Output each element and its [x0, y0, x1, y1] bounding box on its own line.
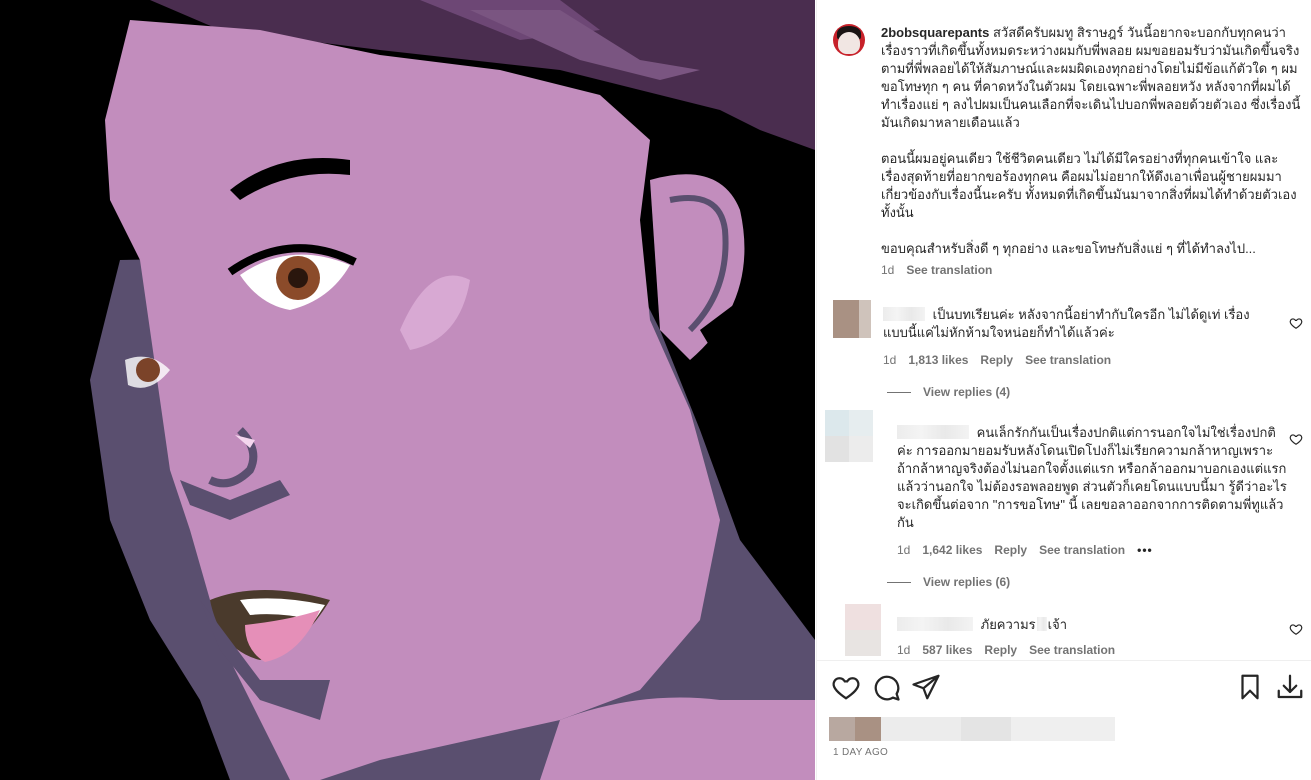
comment-age: 1d — [883, 353, 897, 367]
comment-age: 1d — [897, 643, 911, 657]
bookmark-icon[interactable] — [1235, 672, 1265, 702]
comment-meta: 1d 1,642 likes Reply See translation ••• — [897, 542, 1287, 558]
heart-icon[interactable] — [831, 672, 861, 702]
comment-heart-icon[interactable] — [1289, 622, 1303, 636]
caption-paragraph-2: ตอนนี้ผมอยู่คนเดียว ใช้ชีวิตคนเดียว ไม่ไ… — [881, 151, 1297, 220]
comment-text: ภัยความร — [980, 617, 1036, 632]
liked-by-redacted[interactable] — [829, 717, 1115, 741]
comment-see-translation-link[interactable]: See translation — [1039, 542, 1125, 558]
view-replies-label: View replies (6) — [923, 575, 1011, 589]
author-avatar[interactable] — [833, 24, 865, 56]
view-replies-label: View replies (4) — [923, 385, 1011, 399]
author-username[interactable]: 2bobsquarepants — [881, 25, 989, 40]
comment-body: เป็นบทเรียนค่ะ หลังจากนี้อย่าทำกับใครอีก… — [883, 306, 1263, 368]
comment-heart-icon[interactable] — [1289, 316, 1303, 330]
comment-reply-button[interactable]: Reply — [980, 352, 1013, 368]
comment-likes-count[interactable]: 1,642 likes — [922, 542, 982, 558]
comment-likes-count[interactable]: 587 likes — [922, 642, 972, 658]
comment-text-tail: เจ้า — [1047, 617, 1068, 632]
caption-meta: 1d See translation — [881, 262, 1301, 278]
send-icon[interactable] — [911, 672, 941, 702]
caption-age: 1d — [881, 263, 895, 277]
comment-meta: 1d 1,813 likes Reply See translation — [883, 352, 1263, 368]
portrait-illustration — [0, 0, 815, 780]
comment-more-options-icon[interactable]: ••• — [1137, 542, 1153, 558]
caption-see-translation-link[interactable]: See translation — [906, 262, 992, 278]
comment-reply-button[interactable]: Reply — [984, 642, 1017, 658]
post-timestamp: 1 DAY AGO — [833, 747, 889, 758]
view-replies-button[interactable]: View replies (6) — [887, 575, 1010, 589]
view-replies-line — [887, 581, 911, 583]
caption-paragraph-1: สวัสดีครับผมทู สิราษฎร์ วันนี้อยากจะบอกก… — [881, 25, 1301, 130]
commenter-avatar[interactable] — [833, 300, 871, 338]
comment-icon[interactable] — [871, 672, 901, 702]
action-bar-divider — [817, 660, 1311, 661]
comment-body: ภัยความร เจ้า 1d 587 likes Reply See tran… — [897, 616, 1277, 658]
comment-reply-button[interactable]: Reply — [994, 542, 1027, 558]
commenter-avatar[interactable] — [825, 410, 873, 462]
comment-see-translation-link[interactable]: See translation — [1025, 352, 1111, 368]
comment-likes-count[interactable]: 1,813 likes — [908, 352, 968, 368]
commenter-username-redacted[interactable] — [883, 307, 925, 321]
comments-scroll-area[interactable]: 2bobsquarepants สวัสดีครับผมทู สิราษฎร์ … — [817, 0, 1311, 660]
commenter-username-redacted[interactable] — [897, 425, 969, 439]
comment-age: 1d — [897, 543, 911, 557]
comment-see-translation-link[interactable]: See translation — [1029, 642, 1115, 658]
caption-text-block: 2bobsquarepants สวัสดีครับผมทู สิราษฎร์ … — [881, 24, 1301, 278]
comment-heart-icon[interactable] — [1289, 432, 1303, 446]
commenter-avatar[interactable] — [845, 604, 881, 656]
comment-body: คนเล็กรักกันเป็นเรื่องปกติแต่การนอกใจไม่… — [897, 424, 1287, 558]
post-image[interactable] — [0, 0, 815, 780]
download-icon[interactable] — [1275, 672, 1305, 702]
comment-redacted-word — [1036, 617, 1047, 631]
comment-text: เป็นบทเรียนค่ะ หลังจากนี้อย่าทำกับใครอีก… — [883, 307, 1250, 340]
commenter-username-redacted[interactable] — [897, 617, 973, 631]
view-replies-line — [887, 391, 911, 393]
comment-meta: 1d 587 likes Reply See translation — [897, 642, 1277, 658]
comment-text: คนเล็กรักกันเป็นเรื่องปกติแต่การนอกใจไม่… — [897, 425, 1287, 530]
view-replies-button[interactable]: View replies (4) — [887, 385, 1010, 399]
post-detail-panel: 2bobsquarepants สวัสดีครับผมทู สิราษฎร์ … — [816, 0, 1311, 780]
post-action-bar — [817, 662, 1311, 712]
caption-paragraph-3: ขอบคุณสำหรับสิ่งดี ๆ ทุกอย่าง และขอโทษกั… — [881, 241, 1256, 256]
